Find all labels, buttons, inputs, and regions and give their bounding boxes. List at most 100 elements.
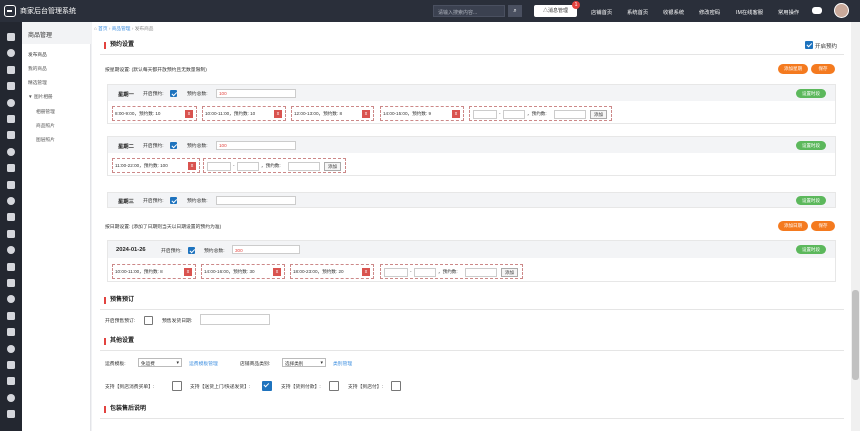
option-pay-at-store-checkbox[interactable]: [391, 381, 401, 391]
presale-enable-checkbox[interactable]: [144, 316, 153, 325]
globe-icon[interactable]: [7, 164, 15, 173]
slot-amount-input[interactable]: [465, 267, 497, 277]
chat-icon[interactable]: [7, 328, 15, 337]
remove-slot-button[interactable]: x: [362, 110, 370, 118]
trophy-icon[interactable]: [7, 262, 15, 271]
date-open-checkbox[interactable]: [188, 246, 195, 254]
breadcrumb-product-manage[interactable]: 商品管理: [112, 26, 131, 31]
set-time-button[interactable]: 设置时段: [796, 195, 826, 205]
video-icon[interactable]: [7, 180, 15, 189]
category-manage-link[interactable]: 类别管理: [333, 360, 352, 367]
slot-start-input[interactable]: [473, 109, 497, 119]
add-slot-button[interactable]: 添加: [324, 161, 341, 171]
slot-end-input[interactable]: [503, 109, 525, 119]
add-slot-button[interactable]: 添加: [501, 267, 518, 277]
bank-icon[interactable]: [7, 115, 15, 123]
total-label: 预约总数:: [187, 199, 208, 204]
menu-item-my-products[interactable]: 我的商品: [28, 66, 47, 72]
set-time-button[interactable]: 设置时段: [796, 245, 826, 254]
add-slot-button[interactable]: 添加: [590, 109, 607, 119]
day-card-wednesday: 星期三 开启预约: 预约总数: 设置时段: [107, 192, 836, 208]
calc-icon[interactable]: [7, 393, 15, 402]
breadcrumb-separator: ›: [131, 26, 134, 31]
home-icon[interactable]: [7, 33, 15, 41]
nav-shop-home[interactable]: 店铺首页: [591, 8, 612, 16]
cloud-icon[interactable]: [7, 49, 15, 58]
menu-item-album-manage[interactable]: 相册管理: [36, 109, 55, 115]
user-icon[interactable]: [7, 98, 15, 107]
users-icon[interactable]: [7, 229, 15, 238]
search-button[interactable]: ⌕: [508, 5, 522, 17]
save-weekly-button[interactable]: 保存: [811, 64, 835, 74]
section-title-booking: 预约设置: [104, 42, 134, 49]
date-total-input[interactable]: 300: [232, 245, 300, 254]
slot-end-input[interactable]: [414, 267, 436, 277]
cloud-upload-icon[interactable]: [7, 410, 15, 419]
remove-slot-button[interactable]: x: [184, 268, 192, 276]
set-time-button[interactable]: 设置时段: [796, 88, 826, 98]
clock-icon[interactable]: [7, 213, 15, 222]
menu-item-featured[interactable]: 精选管理: [28, 80, 47, 86]
search-input[interactable]: 请输入搜索内容...: [433, 5, 505, 17]
shipping-template-link[interactable]: 运费模板管理: [189, 360, 218, 367]
day-open-checkbox[interactable]: [170, 141, 177, 149]
day-total-input[interactable]: 100: [216, 140, 296, 150]
link-icon[interactable]: [7, 311, 15, 320]
breadcrumb: ⌂ 首页 › 商品管理 › 发布商品: [94, 26, 153, 32]
message-button[interactable]: △消息管理: [534, 5, 577, 17]
lock-icon[interactable]: [7, 361, 15, 369]
remove-slot-button[interactable]: x: [362, 268, 370, 276]
tag-icon[interactable]: [7, 295, 15, 304]
option-dine-in-checkbox[interactable]: [172, 381, 182, 391]
day-open-checkbox[interactable]: [170, 89, 177, 97]
presale-date-input[interactable]: [200, 314, 270, 325]
slot-amount-input[interactable]: [288, 161, 320, 171]
add-weekday-button[interactable]: 添加星期: [778, 64, 808, 74]
slot-start-input[interactable]: [207, 161, 231, 171]
nav-system-home[interactable]: 系统首页: [627, 8, 648, 16]
day-total-input[interactable]: 100: [216, 88, 296, 98]
slot-amount-input[interactable]: [554, 109, 586, 119]
star-icon[interactable]: [7, 246, 15, 255]
remove-slot-button[interactable]: x: [274, 110, 282, 118]
weekly-setting-label: 按星期设置: (默认每天都开放预约且无数量限制): [105, 68, 207, 73]
slot-end-input[interactable]: [237, 161, 259, 171]
menu-item-album[interactable]: ▼ 图片相册: [28, 94, 53, 100]
scrollbar-thumb[interactable]: [852, 290, 859, 380]
breadcrumb-home[interactable]: 首页: [98, 26, 107, 31]
avatar[interactable]: [834, 3, 849, 18]
plane-icon[interactable]: [7, 131, 15, 140]
day-open-checkbox[interactable]: [170, 196, 177, 204]
remove-slot-button[interactable]: x: [452, 110, 460, 118]
set-time-button[interactable]: 设置时段: [796, 140, 826, 150]
remove-slot-button[interactable]: x: [188, 162, 196, 170]
menu-item-product-photos[interactable]: 商品照片: [36, 123, 55, 129]
menu-toggle-icon[interactable]: [4, 5, 16, 17]
nav-common-actions[interactable]: 常用操作: [778, 8, 799, 16]
menu-item-layer-photos[interactable]: 图层照片: [36, 137, 55, 143]
gift-icon[interactable]: [7, 147, 15, 156]
doc-icon[interactable]: [7, 377, 15, 386]
nav-change-password[interactable]: 修改密码: [699, 8, 720, 16]
megaphone-icon[interactable]: [7, 344, 15, 353]
day-total-input[interactable]: [216, 195, 296, 205]
nav-im-service[interactable]: IM在线客服: [736, 8, 763, 16]
option-delivery-checkbox[interactable]: [262, 381, 272, 391]
shop-category-select[interactable]: 选择类别: [282, 358, 326, 367]
enable-booking-checkbox[interactable]: [805, 41, 813, 49]
share-icon[interactable]: [7, 279, 15, 287]
option-cod-checkbox[interactable]: [329, 381, 339, 391]
grid-icon[interactable]: [7, 65, 15, 74]
add-date-button[interactable]: 添加日期: [778, 221, 808, 231]
slot-start-input[interactable]: [384, 267, 408, 277]
remove-slot-button[interactable]: x: [273, 268, 281, 276]
shipping-template-select[interactable]: 免运费: [138, 358, 182, 367]
save-date-button[interactable]: 保存: [811, 221, 835, 231]
money-icon[interactable]: [7, 197, 15, 205]
menu-item-publish[interactable]: 发布商品: [28, 52, 47, 58]
time-slot: 14:00-16:00，预约数: 30 x: [201, 264, 285, 279]
chat-icon[interactable]: [812, 7, 822, 14]
cart-icon[interactable]: [7, 82, 15, 91]
remove-slot-button[interactable]: x: [185, 110, 193, 118]
nav-cashier[interactable]: 收银系统: [663, 8, 684, 16]
